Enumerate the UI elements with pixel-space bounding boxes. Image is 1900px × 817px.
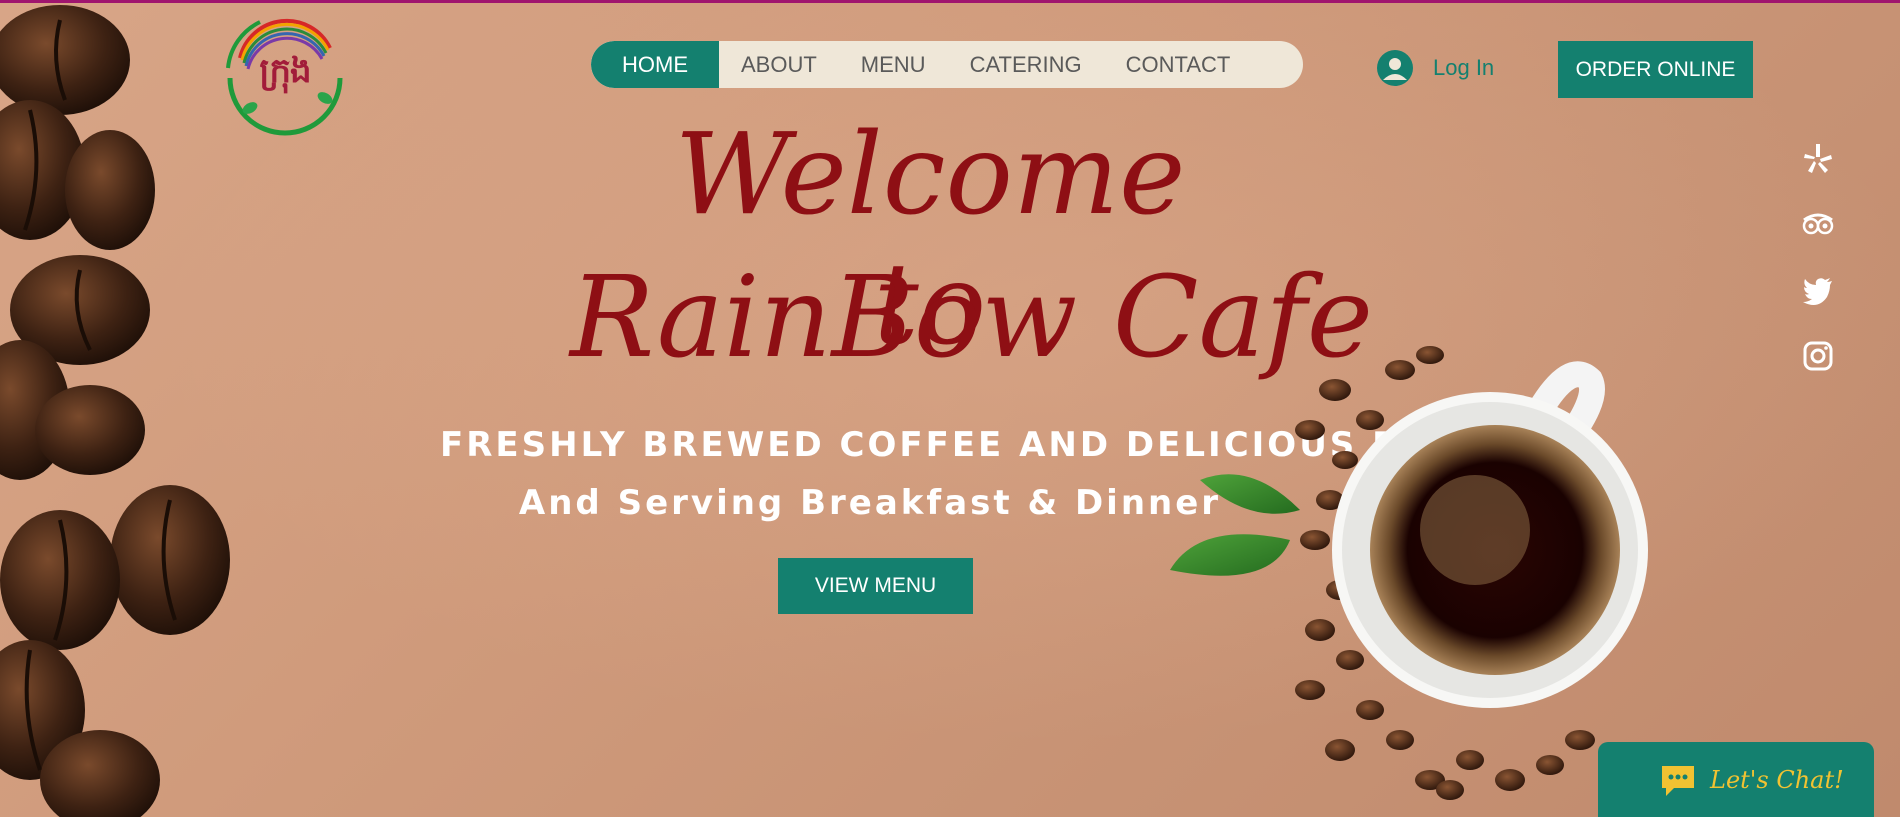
page: ក្រុង HOME ABOUT MENU CATERING CONTACT L… bbox=[0, 0, 1900, 817]
yelp-icon[interactable] bbox=[1800, 140, 1836, 176]
nav-item-menu[interactable]: MENU bbox=[839, 41, 948, 88]
chat-bubble-icon bbox=[1662, 766, 1694, 796]
order-online-button[interactable]: ORDER ONLINE bbox=[1558, 41, 1753, 98]
tripadvisor-icon[interactable] bbox=[1800, 206, 1836, 242]
site-logo[interactable]: ក្រុង bbox=[220, 8, 350, 140]
twitter-icon[interactable] bbox=[1800, 272, 1836, 308]
nav-item-about[interactable]: ABOUT bbox=[719, 41, 839, 88]
user-avatar-icon bbox=[1377, 50, 1413, 86]
chat-label: Let's Chat! bbox=[1710, 765, 1844, 794]
login-label: Log In bbox=[1433, 55, 1495, 80]
top-accent-bar bbox=[0, 0, 1900, 3]
nav-item-catering[interactable]: CATERING bbox=[948, 41, 1104, 88]
view-menu-button[interactable]: VIEW MENU bbox=[778, 558, 973, 614]
logo-text: ក្រុង bbox=[259, 51, 311, 91]
nav-item-contact[interactable]: CONTACT bbox=[1104, 41, 1253, 88]
coffee-beans-image bbox=[0, 5, 230, 817]
main-nav: HOME ABOUT MENU CATERING CONTACT bbox=[591, 41, 1303, 88]
nav-item-home[interactable]: HOME bbox=[591, 41, 719, 88]
chat-widget[interactable]: Let's Chat! bbox=[1598, 742, 1874, 817]
login-button[interactable]: Log In bbox=[1377, 48, 1494, 88]
instagram-icon[interactable] bbox=[1800, 338, 1836, 374]
social-bar bbox=[1800, 140, 1836, 404]
